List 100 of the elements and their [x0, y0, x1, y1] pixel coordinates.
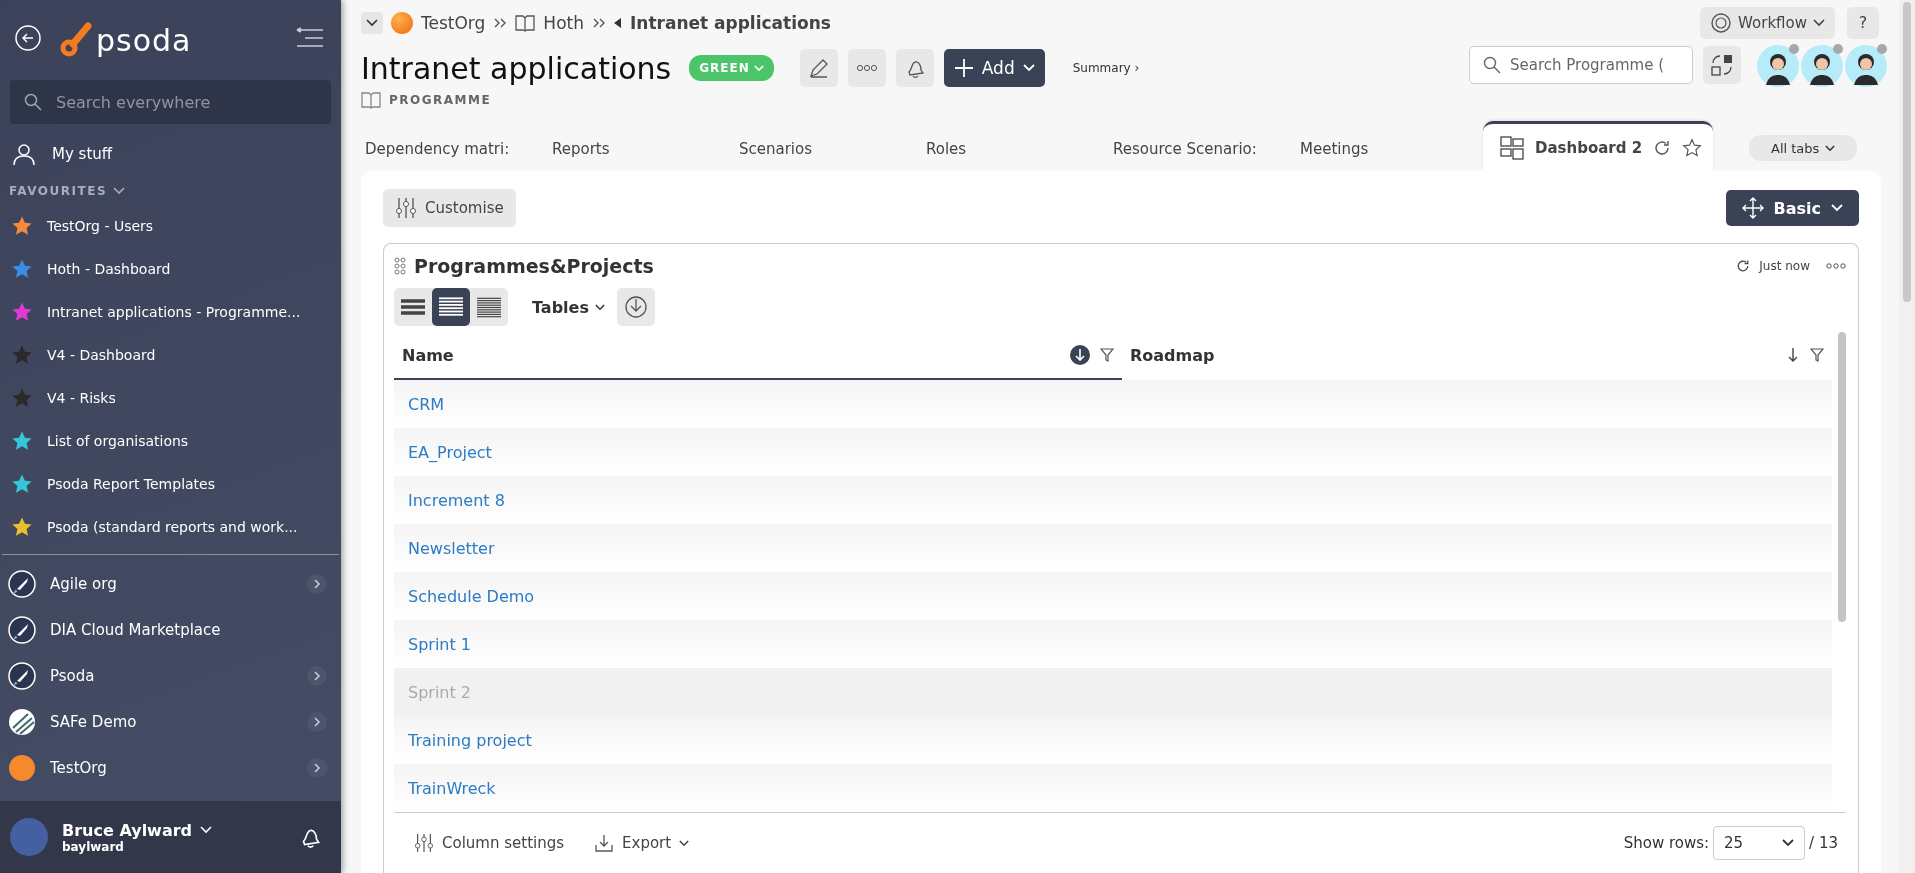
chevron-down-icon	[1813, 18, 1825, 27]
chevron-down-icon	[1831, 204, 1843, 212]
search-field[interactable]: Search Programme (	[1469, 46, 1693, 84]
view-dropdown[interactable]: Tables	[532, 297, 605, 317]
row-density-button[interactable]	[432, 288, 470, 326]
show-rows-label: Show rows:	[1623, 834, 1710, 852]
search-field[interactable]: Search everywhere	[10, 80, 331, 124]
more-icon	[855, 64, 878, 72]
add-button[interactable]: Add	[943, 49, 1045, 87]
back-icon[interactable]	[14, 24, 42, 52]
sort-icon[interactable]	[1786, 347, 1800, 363]
favourite-link[interactable]: Hoth - Dashboard	[47, 260, 171, 277]
drag-handle-icon[interactable]	[394, 257, 406, 275]
user-avatar[interactable]	[1801, 43, 1845, 87]
workflow-button[interactable]: Workflow	[1700, 6, 1835, 39]
username: baylward	[62, 839, 125, 854]
project-link[interactable]: TrainWreck	[408, 778, 496, 798]
chevron-down-icon	[679, 839, 690, 847]
tab[interactable]: Dashboard 2	[1483, 121, 1713, 171]
favourite-link[interactable]: Psoda (standard reports and work...	[47, 518, 298, 535]
favourite-link[interactable]: Psoda Report Templates	[47, 475, 215, 492]
my-stuff-link[interactable]: My stuff	[52, 145, 113, 163]
item-type-label: PROGRAMME	[389, 93, 492, 107]
scrollbar-thumb[interactable]	[1903, 2, 1911, 302]
layout-button[interactable]: Basic	[1725, 190, 1859, 226]
favourite-link[interactable]: V4 - Risks	[47, 389, 116, 406]
organisation-link[interactable]: DIA Cloud Marketplace	[50, 621, 221, 639]
project-link[interactable]: CRM	[408, 394, 445, 414]
favourite-link[interactable]: Intranet applications - Programme...	[47, 303, 301, 320]
tab[interactable]: Meetings	[1296, 127, 1483, 171]
breadcrumb-link[interactable]: Hoth	[543, 12, 584, 33]
tab[interactable]: Dependency matri:	[361, 127, 548, 171]
favourite-link[interactable]: List of organisations	[47, 432, 189, 449]
user-name[interactable]: Bruce Aylward	[62, 820, 193, 840]
project-link[interactable]: Sprint 1	[408, 634, 471, 654]
sliders-icon	[395, 197, 417, 219]
project-link[interactable]: EA_Project	[408, 442, 492, 462]
tab[interactable]: Roles	[922, 127, 1109, 171]
chevron-down-icon	[594, 303, 605, 311]
chevron-right-icon[interactable]	[307, 574, 327, 594]
export-button[interactable]: Export	[594, 833, 690, 853]
tab[interactable]: Reports	[548, 127, 735, 171]
edit-button[interactable]	[799, 49, 838, 87]
favourite-link[interactable]: TestOrg - Users	[47, 217, 154, 234]
breadcrumb-link[interactable]: TestOrg	[421, 12, 486, 33]
scrollbar-thumb[interactable]	[1838, 332, 1846, 622]
project-link[interactable]: Newsletter	[408, 538, 495, 558]
column-header[interactable]: Roadmap	[1130, 345, 1215, 365]
rocket-icon	[8, 662, 36, 690]
page-size-select[interactable]: 25	[1713, 826, 1806, 860]
double-chevron-icon	[493, 16, 508, 29]
chevron-right-icon[interactable]	[307, 666, 327, 686]
project-link[interactable]: Training project	[408, 730, 532, 750]
more-icon[interactable]	[1826, 262, 1846, 270]
swap-icon	[1709, 52, 1735, 78]
lines-icon	[476, 296, 502, 318]
filter-icon[interactable]	[1810, 348, 1824, 362]
logo-text[interactable]: psoda	[96, 24, 192, 58]
striped-logo-icon	[8, 708, 36, 736]
organisation-link[interactable]: Agile org	[50, 575, 117, 593]
organisation-link[interactable]: SAFe Demo	[50, 713, 137, 731]
lines-icon	[438, 296, 464, 318]
caret-left-icon	[613, 17, 622, 28]
favourite-link[interactable]: V4 - Dashboard	[47, 346, 156, 363]
export-icon	[594, 833, 615, 853]
user-avatar[interactable]	[1757, 43, 1801, 87]
favourites-heading[interactable]: FAVOURITES	[9, 184, 108, 198]
download-button[interactable]	[616, 288, 655, 326]
star-icon[interactable]	[1682, 137, 1703, 158]
dropdown-button[interactable]	[361, 11, 383, 34]
help-button[interactable]: ?	[1847, 6, 1879, 39]
tab[interactable]: Scenarios	[735, 127, 922, 171]
column-header[interactable]: Name	[402, 345, 454, 365]
bell-button[interactable]	[895, 49, 934, 87]
customise-button[interactable]: Customise	[383, 189, 516, 227]
sort-icon[interactable]	[1070, 345, 1090, 365]
project-link[interactable]: Schedule Demo	[408, 586, 535, 606]
rocket-icon	[8, 570, 36, 598]
table-cell: Sprint 2	[408, 682, 471, 702]
collapse-menu-icon[interactable]	[295, 27, 325, 49]
organisation-link[interactable]: Psoda	[50, 667, 95, 685]
project-link[interactable]: Increment 8	[408, 490, 505, 510]
switch-view-button[interactable]	[1703, 46, 1741, 84]
summary-link[interactable]: Summary ›	[1072, 61, 1140, 75]
chevron-down-icon	[1782, 839, 1795, 847]
org-logo-icon	[8, 754, 36, 782]
filter-icon[interactable]	[1100, 348, 1114, 362]
all-tabs-button[interactable]: All tabs	[1749, 135, 1858, 161]
move-icon	[1741, 197, 1764, 219]
plus-icon	[953, 58, 974, 78]
page-title: Intranet applications	[361, 50, 672, 86]
more-button[interactable]	[847, 49, 886, 87]
org-logo-icon	[391, 11, 413, 34]
column-settings-button[interactable]: Column settings	[414, 833, 565, 853]
chevron-right-icon[interactable]	[307, 758, 327, 778]
book-icon	[361, 91, 381, 109]
tab[interactable]: Resource Scenario:	[1109, 127, 1296, 171]
user-avatar[interactable]	[1845, 43, 1889, 87]
organisation-link[interactable]: TestOrg	[50, 759, 107, 777]
chevron-right-icon[interactable]	[307, 712, 327, 732]
